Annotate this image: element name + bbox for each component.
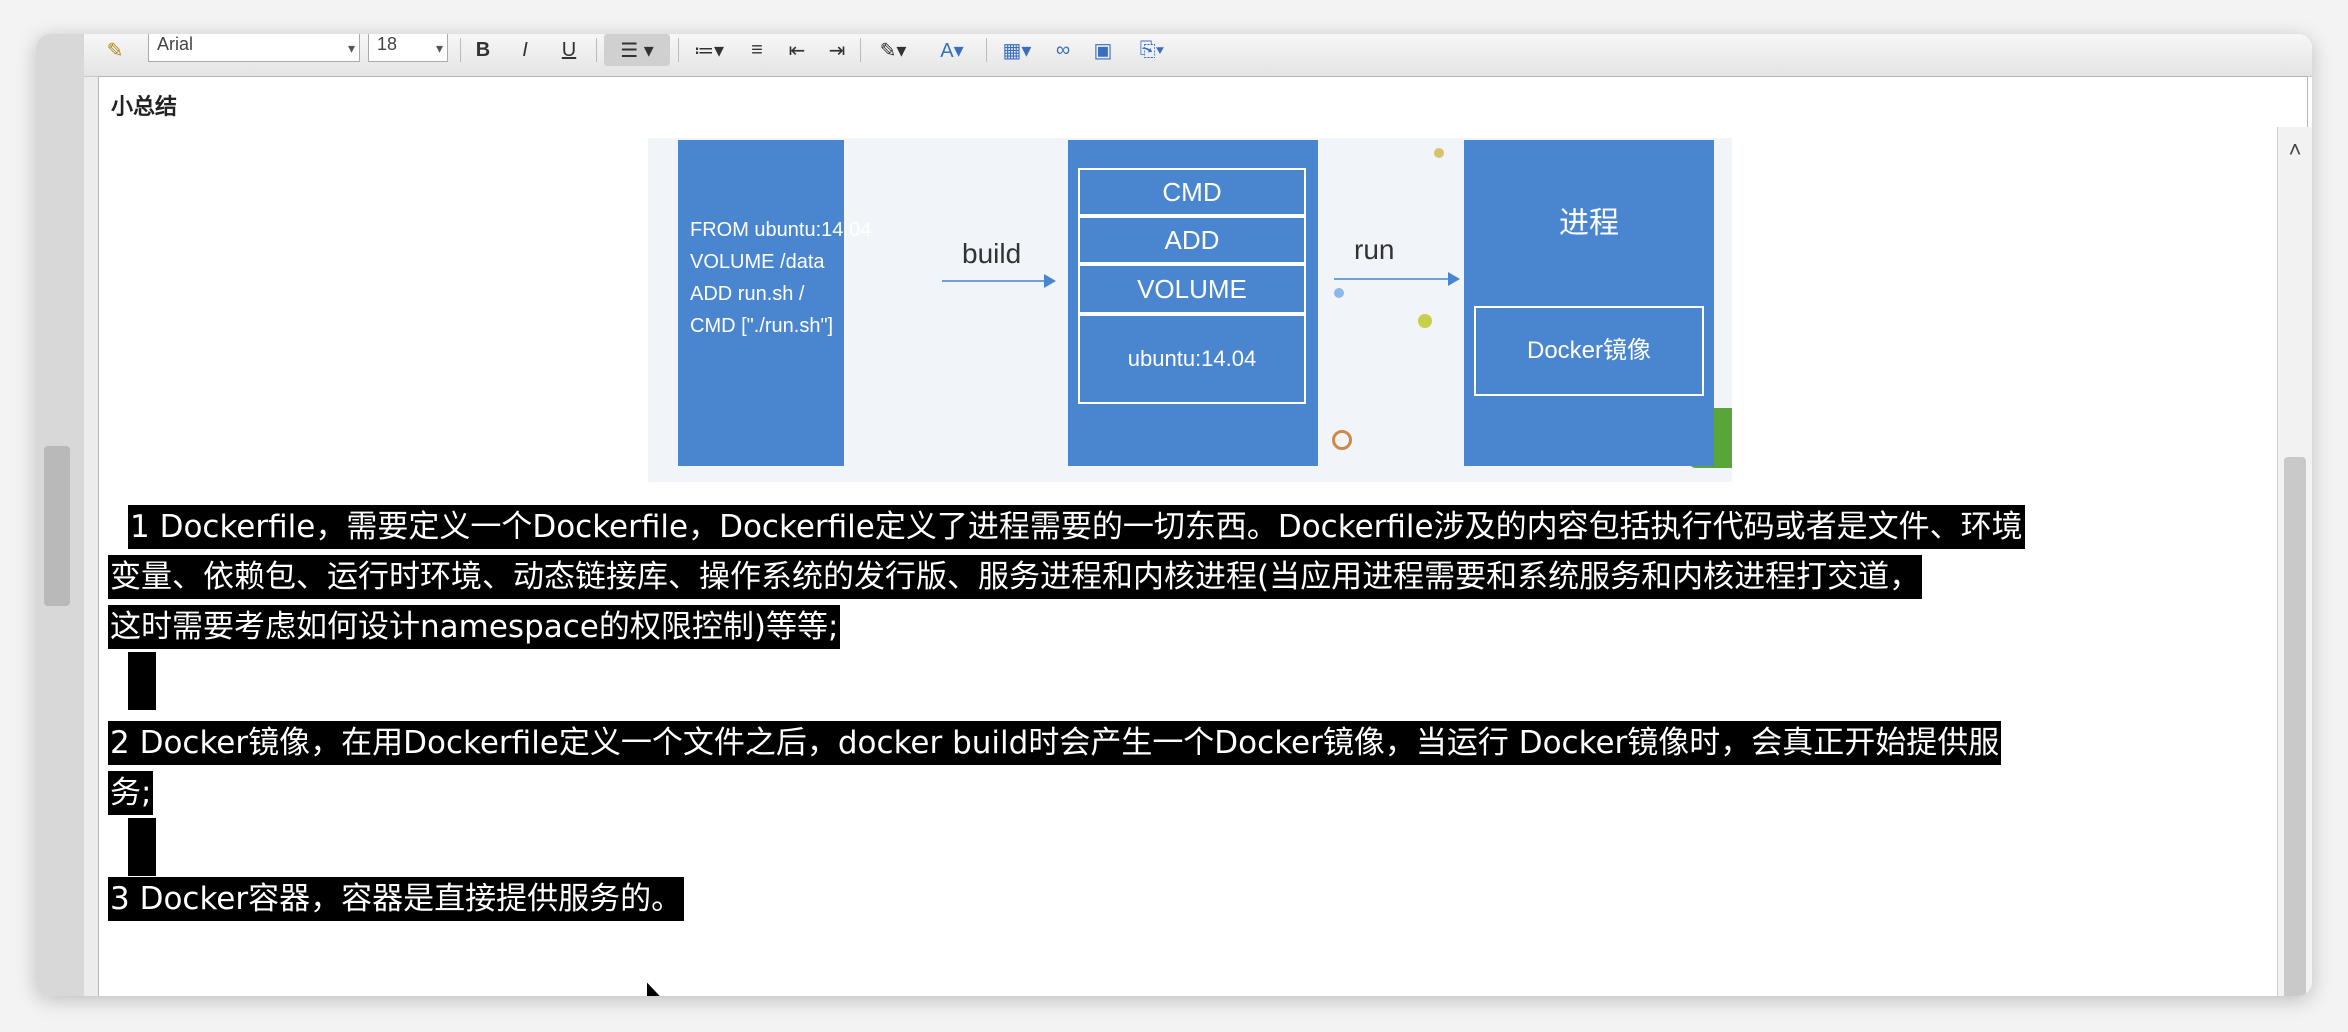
content-scrollbar[interactable]: ˄	[2277, 127, 2312, 996]
content-scrollbar-thumb[interactable]	[2284, 457, 2306, 996]
decor-dot	[1334, 288, 1344, 298]
link-icon[interactable]: ∞	[1046, 34, 1080, 66]
toolbar-divider	[986, 38, 987, 62]
dockerfile-line: FROM ubuntu:14.04	[690, 219, 872, 241]
toolbar-divider	[596, 38, 597, 62]
format-toolbar: ✎ Arial ▾ 18 ▾ B I U ☰ ▾ ≔▾ ≡ ⇤ ⇥ ✎▾ A▾ …	[84, 34, 2312, 77]
bold-button[interactable]: B	[466, 34, 500, 66]
text-line: 3 Docker容器，容器是直接提供服务的。	[108, 877, 685, 921]
align-left-icon[interactable]: ☰ ▾	[604, 34, 670, 66]
highlight-color-icon[interactable]: ✎▾	[866, 34, 920, 66]
run-label: run	[1354, 234, 1395, 265]
run-arrow	[1334, 272, 1460, 286]
text-line: 变量、依赖包、运行时环境、动态链接库、操作系统的发行版、服务进程和内核进程(当应…	[108, 555, 1923, 599]
note-title: 小总结	[111, 95, 178, 120]
dockerfile-block: FROM ubuntu:14.04 VOLUME /data ADD run.s…	[678, 140, 872, 466]
italic-button[interactable]: I	[508, 34, 542, 66]
note-title-bar[interactable]: 小总结	[98, 76, 2308, 128]
indent-icon[interactable]: ⇥	[820, 34, 854, 66]
process-block: 进程 Docker镜像	[1464, 140, 1714, 466]
font-size-value: 18	[377, 34, 398, 54]
paragraph-docker-image[interactable]: 2 Docker镜像，在用Dockerfile定义一个文件之后，docker b…	[108, 718, 2002, 876]
font-color-icon[interactable]: A▾	[924, 34, 980, 66]
docker-image-label: Docker镜像	[1474, 306, 1704, 396]
numbered-list-icon[interactable]: ≔▾	[684, 34, 734, 66]
text-line: 2 Docker镜像，在用Dockerfile定义一个文件之后，docker b…	[108, 721, 2002, 765]
toolbar-divider	[460, 38, 461, 62]
chevron-down-icon: ▾	[347, 40, 355, 56]
font-size-select[interactable]: 18 ▾	[368, 34, 448, 62]
decor-dot	[1418, 314, 1432, 328]
dockerfile-line: CMD ["./run.sh"]	[690, 315, 834, 337]
eraser-icon[interactable]: ✎	[98, 34, 132, 66]
layer-base-image: ubuntu:14.04	[1078, 314, 1306, 404]
layer-cmd: CMD	[1078, 168, 1306, 216]
font-family-select[interactable]: Arial ▾	[148, 34, 360, 62]
outdent-icon[interactable]: ⇤	[780, 34, 814, 66]
text-line: 务;	[108, 771, 154, 815]
chevron-down-icon: ▾	[435, 40, 443, 56]
dockerfile-line: VOLUME /data	[690, 251, 825, 273]
docker-build-run-diagram: FROM ubuntu:14.04 VOLUME /data ADD run.s…	[648, 138, 1732, 482]
font-family-value: Arial	[157, 34, 194, 54]
build-label: build	[962, 238, 1022, 269]
text-line: 这时需要考虑如何设计namespace的权限控制)等等;	[108, 605, 841, 649]
image-layers-block: CMD ADD VOLUME ubuntu:14.04	[1068, 140, 1318, 466]
bullet-list-icon[interactable]: ≡	[740, 34, 774, 66]
outer-scrollbar-thumb[interactable]	[44, 446, 70, 606]
process-label: 进程	[1559, 206, 1619, 241]
image-icon[interactable]: ▣	[1086, 34, 1120, 66]
dockerfile-line: ADD run.sh /	[690, 283, 805, 305]
outer-scrollbar[interactable]	[36, 34, 85, 996]
layer-volume: VOLUME	[1078, 264, 1306, 314]
blank-line	[128, 818, 156, 876]
build-arrow	[942, 274, 1056, 288]
editor-window: ✎ Arial ▾ 18 ▾ B I U ☰ ▾ ≔▾ ≡ ⇤ ⇥ ✎▾ A▾ …	[36, 34, 2312, 996]
mouse-pointer-icon	[644, 977, 668, 996]
paragraph-docker-container[interactable]: 3 Docker容器，容器是直接提供服务的。	[108, 874, 685, 924]
blank-line	[128, 652, 156, 710]
toolbar-divider	[678, 38, 679, 62]
layer-add: ADD	[1078, 216, 1306, 264]
attachment-icon[interactable]: ⎘▾	[1126, 34, 1178, 66]
scroll-up-icon[interactable]: ˄	[2278, 137, 2312, 163]
decor-dot	[1434, 148, 1444, 158]
toolbar-divider	[860, 38, 861, 62]
underline-button[interactable]: U	[552, 34, 586, 66]
table-icon[interactable]: ▦▾	[992, 34, 1042, 66]
paragraph-dockerfile[interactable]: 1 Dockerfile，需要定义一个Dockerfile，Dockerfile…	[108, 502, 2025, 710]
decor-ring	[1332, 430, 1352, 450]
text-line: 1 Dockerfile，需要定义一个Dockerfile，Dockerfile…	[128, 505, 2025, 549]
